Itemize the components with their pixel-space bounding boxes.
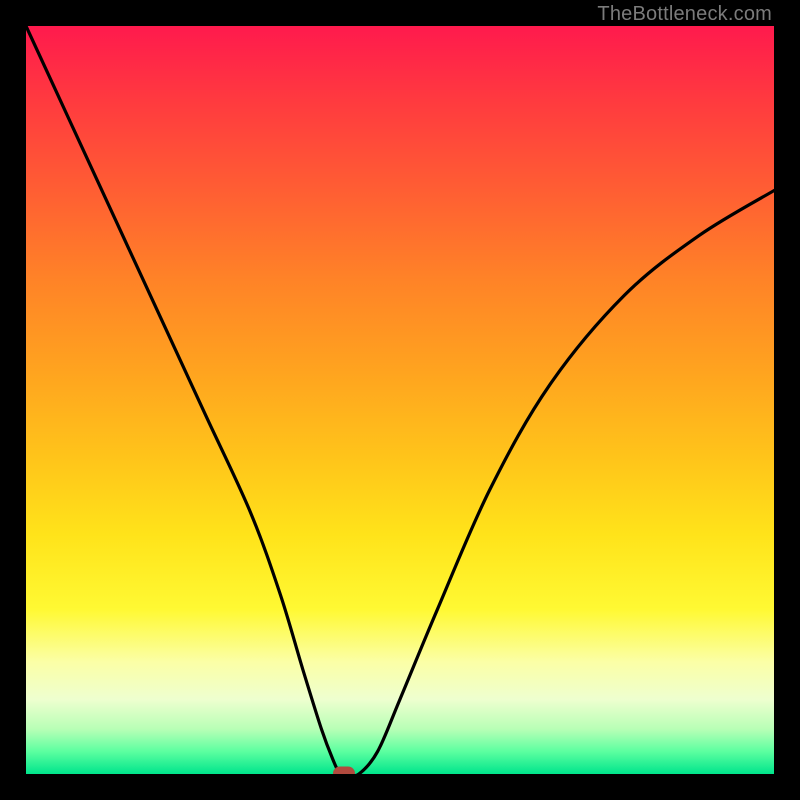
curve-svg xyxy=(26,26,774,774)
plot-area xyxy=(26,26,774,774)
bottleneck-curve-path xyxy=(26,26,774,774)
watermark-text: TheBottleneck.com xyxy=(597,3,772,26)
optimal-marker xyxy=(333,767,355,775)
chart-frame: TheBottleneck.com xyxy=(0,0,800,800)
